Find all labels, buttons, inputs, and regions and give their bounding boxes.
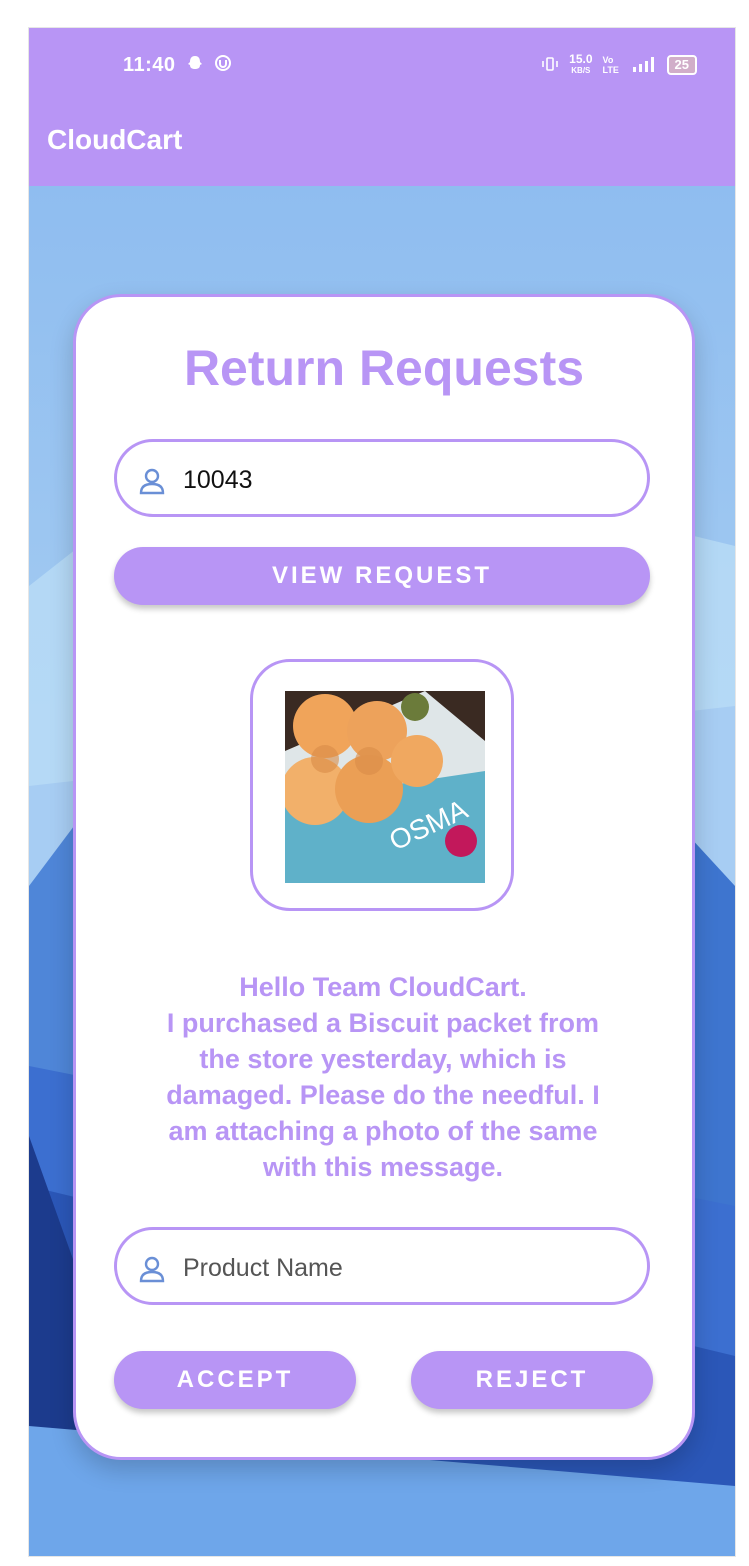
message-line: I purchased a Biscuit packet from (166, 1008, 600, 1038)
status-right-icons: 15.0 KB/S Vo LTE 25 (541, 52, 697, 76)
battery-icon: 25 (666, 55, 697, 75)
request-id-input[interactable]: 10043 (114, 439, 650, 517)
message-line: am attaching a photo of the same (168, 1116, 598, 1146)
view-request-button[interactable]: VIEW REQUEST (114, 547, 650, 605)
reject-button[interactable]: REJECT (411, 1351, 653, 1409)
message-line: damaged. Please do the needful. I (166, 1080, 600, 1110)
return-requests-card: Return Requests 10043 VIEW REQUEST OSMA … (73, 294, 695, 1460)
app-title: CloudCart (47, 124, 183, 155)
snapchat-icon (186, 54, 204, 77)
person-icon (137, 1254, 167, 1289)
net-speed: 15.0 KB/S (569, 52, 593, 75)
notification-icon (214, 54, 232, 77)
message-line: the store yesterday, which is (199, 1044, 567, 1074)
phone-screen: 11:40 15.0 KB/S Vo LTE 25 CloudCart Retu… (29, 28, 735, 1556)
vibrate-icon (541, 55, 559, 76)
request-message: Hello Team CloudCart. I purchased a Bisc… (116, 969, 650, 1185)
request-id-value: 10043 (183, 466, 253, 494)
product-name-placeholder: Product Name (183, 1254, 343, 1282)
app-bar: CloudCart (29, 108, 735, 186)
status-left-icons (186, 54, 232, 77)
person-icon (137, 466, 167, 501)
status-bar: 11:40 15.0 KB/S Vo LTE 25 (29, 28, 735, 108)
product-photo[interactable]: OSMA (285, 691, 485, 883)
accept-button[interactable]: ACCEPT (114, 1351, 356, 1409)
message-line: Hello Team CloudCart. (239, 972, 527, 1002)
page-title: Return Requests (183, 340, 585, 396)
signal-icon (631, 55, 657, 76)
message-line: with this message. (262, 1152, 504, 1182)
product-name-input[interactable]: Product Name (114, 1227, 650, 1305)
photo-frame: OSMA (250, 659, 514, 911)
volte-label: Vo LTE (602, 55, 619, 75)
status-time: 11:40 (123, 54, 176, 76)
